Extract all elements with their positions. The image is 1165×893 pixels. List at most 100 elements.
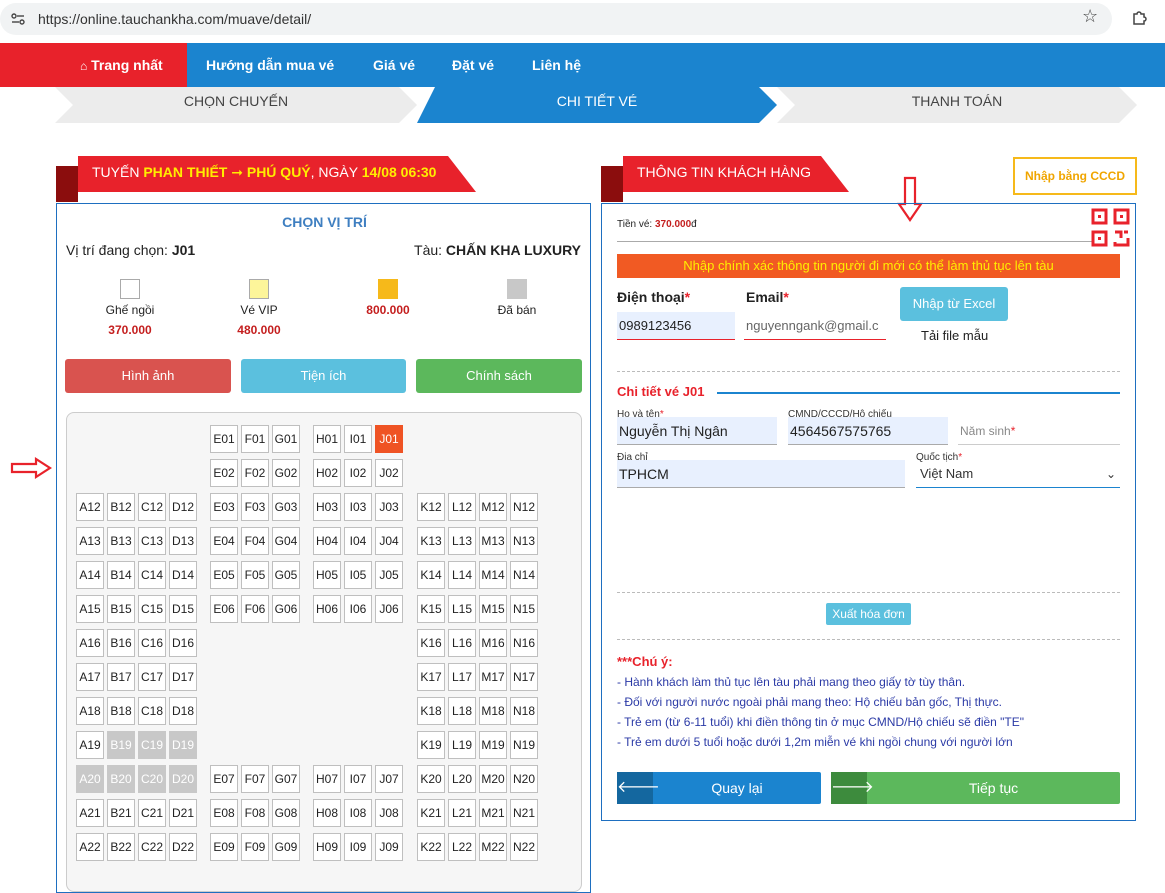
seat-d17[interactable]: D17 bbox=[169, 663, 197, 691]
seat-m15[interactable]: M15 bbox=[479, 595, 507, 623]
seat-a19[interactable]: A19 bbox=[76, 731, 104, 759]
seat-f03[interactable]: F03 bbox=[241, 493, 269, 521]
continue-button[interactable]: 🡒 Tiếp tục bbox=[831, 772, 1120, 804]
seat-b17[interactable]: B17 bbox=[107, 663, 135, 691]
seat-d14[interactable]: D14 bbox=[169, 561, 197, 589]
seat-g09[interactable]: G09 bbox=[272, 833, 300, 861]
seat-n21[interactable]: N21 bbox=[510, 799, 538, 827]
seat-n20[interactable]: N20 bbox=[510, 765, 538, 793]
seat-b14[interactable]: B14 bbox=[107, 561, 135, 589]
seat-j09[interactable]: J09 bbox=[375, 833, 403, 861]
seat-g04[interactable]: G04 bbox=[272, 527, 300, 555]
seat-n19[interactable]: N19 bbox=[510, 731, 538, 759]
seat-e09[interactable]: E09 bbox=[210, 833, 238, 861]
seat-d16[interactable]: D16 bbox=[169, 629, 197, 657]
download-template-link[interactable]: Tải file mẫu bbox=[921, 328, 988, 343]
seat-b12[interactable]: B12 bbox=[107, 493, 135, 521]
site-settings-icon[interactable] bbox=[10, 11, 26, 27]
seat-g01[interactable]: G01 bbox=[272, 425, 300, 453]
seat-h02[interactable]: H02 bbox=[313, 459, 341, 487]
seat-j06[interactable]: J06 bbox=[375, 595, 403, 623]
seat-l12[interactable]: L12 bbox=[448, 493, 476, 521]
seat-e02[interactable]: E02 bbox=[210, 459, 238, 487]
seat-c14[interactable]: C14 bbox=[138, 561, 166, 589]
seat-n18[interactable]: N18 bbox=[510, 697, 538, 725]
seat-g02[interactable]: G02 bbox=[272, 459, 300, 487]
seat-g06[interactable]: G06 bbox=[272, 595, 300, 623]
seat-l18[interactable]: L18 bbox=[448, 697, 476, 725]
seat-f07[interactable]: F07 bbox=[241, 765, 269, 793]
bookmark-star-icon[interactable]: ☆ bbox=[1082, 6, 1098, 27]
seat-d13[interactable]: D13 bbox=[169, 527, 197, 555]
seat-d12[interactable]: D12 bbox=[169, 493, 197, 521]
seat-n16[interactable]: N16 bbox=[510, 629, 538, 657]
seat-f01[interactable]: F01 bbox=[241, 425, 269, 453]
seat-k19[interactable]: K19 bbox=[417, 731, 445, 759]
birth-year-field[interactable]: Năm sinh* bbox=[958, 417, 1120, 445]
seat-k12[interactable]: K12 bbox=[417, 493, 445, 521]
seat-e01[interactable]: E01 bbox=[210, 425, 238, 453]
seat-m22[interactable]: M22 bbox=[479, 833, 507, 861]
seat-f06[interactable]: F06 bbox=[241, 595, 269, 623]
fullname-field[interactable]: Nguyễn Thị Ngân bbox=[617, 417, 777, 445]
seat-j02[interactable]: J02 bbox=[375, 459, 403, 487]
seat-j08[interactable]: J08 bbox=[375, 799, 403, 827]
seat-h09[interactable]: H09 bbox=[313, 833, 341, 861]
seat-m18[interactable]: M18 bbox=[479, 697, 507, 725]
seat-m13[interactable]: M13 bbox=[479, 527, 507, 555]
seat-h03[interactable]: H03 bbox=[313, 493, 341, 521]
seat-k21[interactable]: K21 bbox=[417, 799, 445, 827]
seat-i02[interactable]: I02 bbox=[344, 459, 372, 487]
seat-l14[interactable]: L14 bbox=[448, 561, 476, 589]
seat-j01[interactable]: J01 bbox=[375, 425, 403, 453]
seat-c18[interactable]: C18 bbox=[138, 697, 166, 725]
seat-k20[interactable]: K20 bbox=[417, 765, 445, 793]
seat-f08[interactable]: F08 bbox=[241, 799, 269, 827]
seat-b21[interactable]: B21 bbox=[107, 799, 135, 827]
seat-h04[interactable]: H04 bbox=[313, 527, 341, 555]
phone-field[interactable]: 0989123456 bbox=[617, 312, 735, 340]
seat-c16[interactable]: C16 bbox=[138, 629, 166, 657]
nav-guide[interactable]: Hướng dẫn mua vé bbox=[206, 43, 334, 87]
seat-j03[interactable]: J03 bbox=[375, 493, 403, 521]
seat-n13[interactable]: N13 bbox=[510, 527, 538, 555]
seat-m21[interactable]: M21 bbox=[479, 799, 507, 827]
address-field[interactable]: TPHCM bbox=[617, 460, 905, 488]
back-button[interactable]: 🡐 Quay lại bbox=[617, 772, 821, 804]
url-text[interactable]: https://online.tauchankha.com/muave/deta… bbox=[38, 11, 311, 27]
seat-b18[interactable]: B18 bbox=[107, 697, 135, 725]
seat-g05[interactable]: G05 bbox=[272, 561, 300, 589]
seat-c21[interactable]: C21 bbox=[138, 799, 166, 827]
cccd-button[interactable]: Nhập bằng CCCD bbox=[1013, 157, 1137, 195]
seat-e07[interactable]: E07 bbox=[210, 765, 238, 793]
extensions-icon[interactable] bbox=[1131, 8, 1149, 26]
seat-i03[interactable]: I03 bbox=[344, 493, 372, 521]
seat-g08[interactable]: G08 bbox=[272, 799, 300, 827]
seat-n22[interactable]: N22 bbox=[510, 833, 538, 861]
seat-f05[interactable]: F05 bbox=[241, 561, 269, 589]
seat-b15[interactable]: B15 bbox=[107, 595, 135, 623]
seat-b16[interactable]: B16 bbox=[107, 629, 135, 657]
seat-k15[interactable]: K15 bbox=[417, 595, 445, 623]
id-number-field[interactable]: 4564567575765 bbox=[788, 417, 948, 445]
seat-l16[interactable]: L16 bbox=[448, 629, 476, 657]
seat-m14[interactable]: M14 bbox=[479, 561, 507, 589]
seat-g07[interactable]: G07 bbox=[272, 765, 300, 793]
seat-a15[interactable]: A15 bbox=[76, 595, 104, 623]
email-field[interactable]: nguyenngank@gmail.c bbox=[744, 312, 886, 340]
seat-k18[interactable]: K18 bbox=[417, 697, 445, 725]
seat-h05[interactable]: H05 bbox=[313, 561, 341, 589]
import-excel-button[interactable]: Nhập từ Excel bbox=[900, 287, 1008, 321]
address-bar[interactable]: https://online.tauchankha.com/muave/deta… bbox=[0, 3, 1112, 35]
seat-e05[interactable]: E05 bbox=[210, 561, 238, 589]
seat-c12[interactable]: C12 bbox=[138, 493, 166, 521]
seat-f02[interactable]: F02 bbox=[241, 459, 269, 487]
seat-a22[interactable]: A22 bbox=[76, 833, 104, 861]
amenities-button[interactable]: Tiện ích bbox=[241, 359, 406, 393]
seat-l15[interactable]: L15 bbox=[448, 595, 476, 623]
seat-h06[interactable]: H06 bbox=[313, 595, 341, 623]
seat-n14[interactable]: N14 bbox=[510, 561, 538, 589]
seat-n15[interactable]: N15 bbox=[510, 595, 538, 623]
images-button[interactable]: Hình ảnh bbox=[65, 359, 231, 393]
seat-k16[interactable]: K16 bbox=[417, 629, 445, 657]
